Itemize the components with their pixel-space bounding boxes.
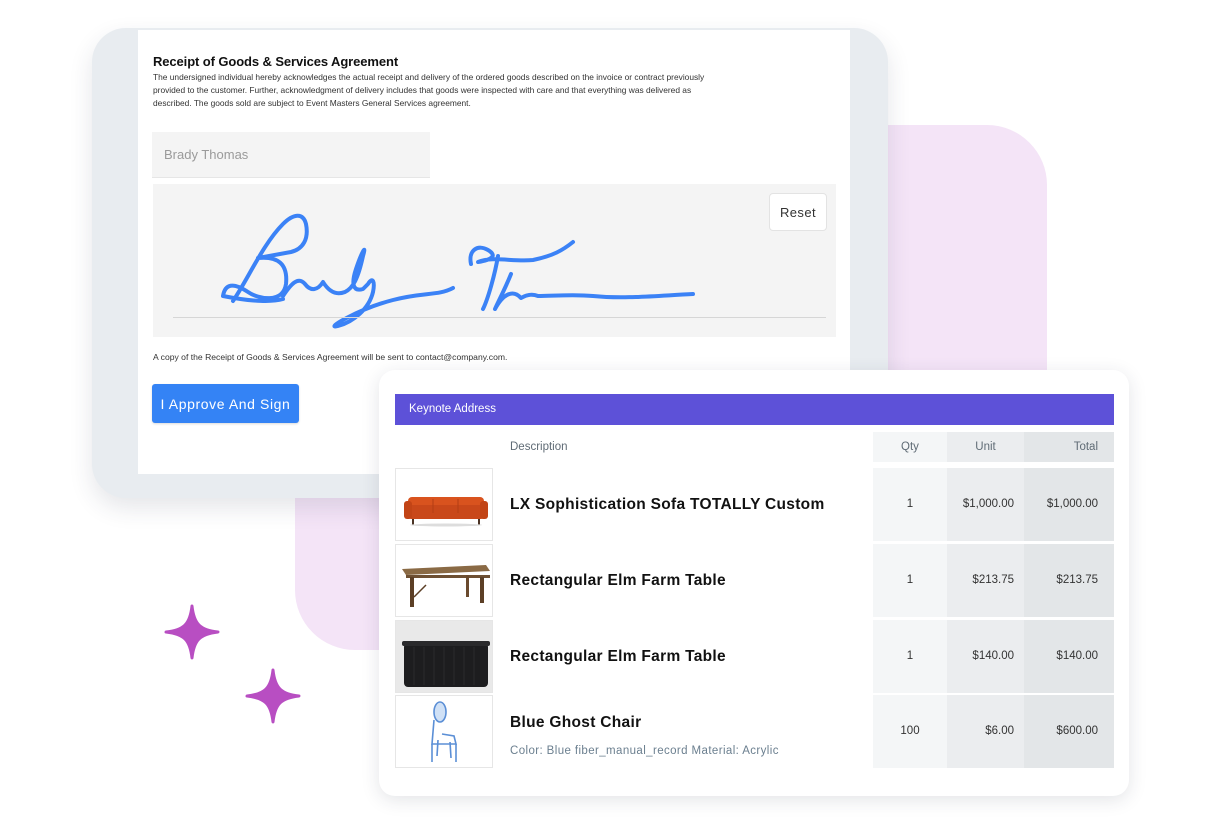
sparkle-icon	[164, 604, 220, 660]
approve-and-sign-button[interactable]: I Approve And Sign	[152, 384, 299, 423]
item-name: Blue Ghost Chair	[510, 714, 642, 731]
item-qty: 100	[873, 695, 947, 768]
column-header-description: Description	[510, 441, 568, 453]
section-title: Keynote Address	[395, 394, 1114, 425]
decorative-pink-panel	[880, 125, 1047, 385]
item-total: $1,000.00	[1024, 468, 1114, 541]
item-name: Rectangular Elm Farm Table	[510, 648, 726, 665]
signature-pad[interactable]: Reset	[153, 184, 836, 337]
sparkle-icon	[245, 668, 301, 724]
column-header-qty: Qty	[873, 432, 947, 462]
column-header-unit: Unit	[947, 432, 1024, 462]
table-row: LX Sophistication Sofa TOTALLY Custom 1 …	[395, 468, 1114, 541]
table-row: Blue Ghost Chair Color: Blue fiber_manua…	[395, 695, 1114, 768]
item-name: Rectangular Elm Farm Table	[510, 572, 726, 589]
product-image-farm-table	[395, 544, 493, 617]
item-unit-price: $213.75	[947, 544, 1024, 617]
item-total: $140.00	[1024, 620, 1114, 693]
table-row: Rectangular Elm Farm Table 1 $140.00 $14…	[395, 620, 1114, 693]
column-header-total: Total	[1024, 432, 1114, 462]
table-row: Rectangular Elm Farm Table 1 $213.75 $21…	[395, 544, 1114, 617]
product-image-sofa	[395, 468, 493, 541]
item-total: $213.75	[1024, 544, 1114, 617]
item-name: LX Sophistication Sofa TOTALLY Custom	[510, 496, 825, 513]
reset-button[interactable]: Reset	[769, 193, 827, 231]
item-unit-price: $140.00	[947, 620, 1024, 693]
agreement-title: Receipt of Goods & Services Agreement	[153, 54, 399, 69]
item-qty: 1	[873, 468, 947, 541]
signature-drawing	[221, 213, 695, 329]
signer-name-input[interactable]	[152, 132, 430, 178]
product-image-black-table	[395, 620, 493, 693]
item-total: $600.00	[1024, 695, 1114, 768]
agreement-body: The undersigned individual hereby acknow…	[153, 72, 705, 108]
signature-baseline	[173, 317, 826, 318]
product-image-ghost-chair	[395, 695, 493, 768]
item-qty: 1	[873, 544, 947, 617]
item-attributes: Color: Blue fiber_manual_record Material…	[510, 745, 779, 757]
item-unit-price: $6.00	[947, 695, 1024, 768]
invoice-card: Keynote Address Description Qty Unit Tot…	[379, 370, 1129, 796]
item-qty: 1	[873, 620, 947, 693]
copy-notice: A copy of the Receipt of Goods & Service…	[153, 352, 508, 362]
item-unit-price: $1,000.00	[947, 468, 1024, 541]
